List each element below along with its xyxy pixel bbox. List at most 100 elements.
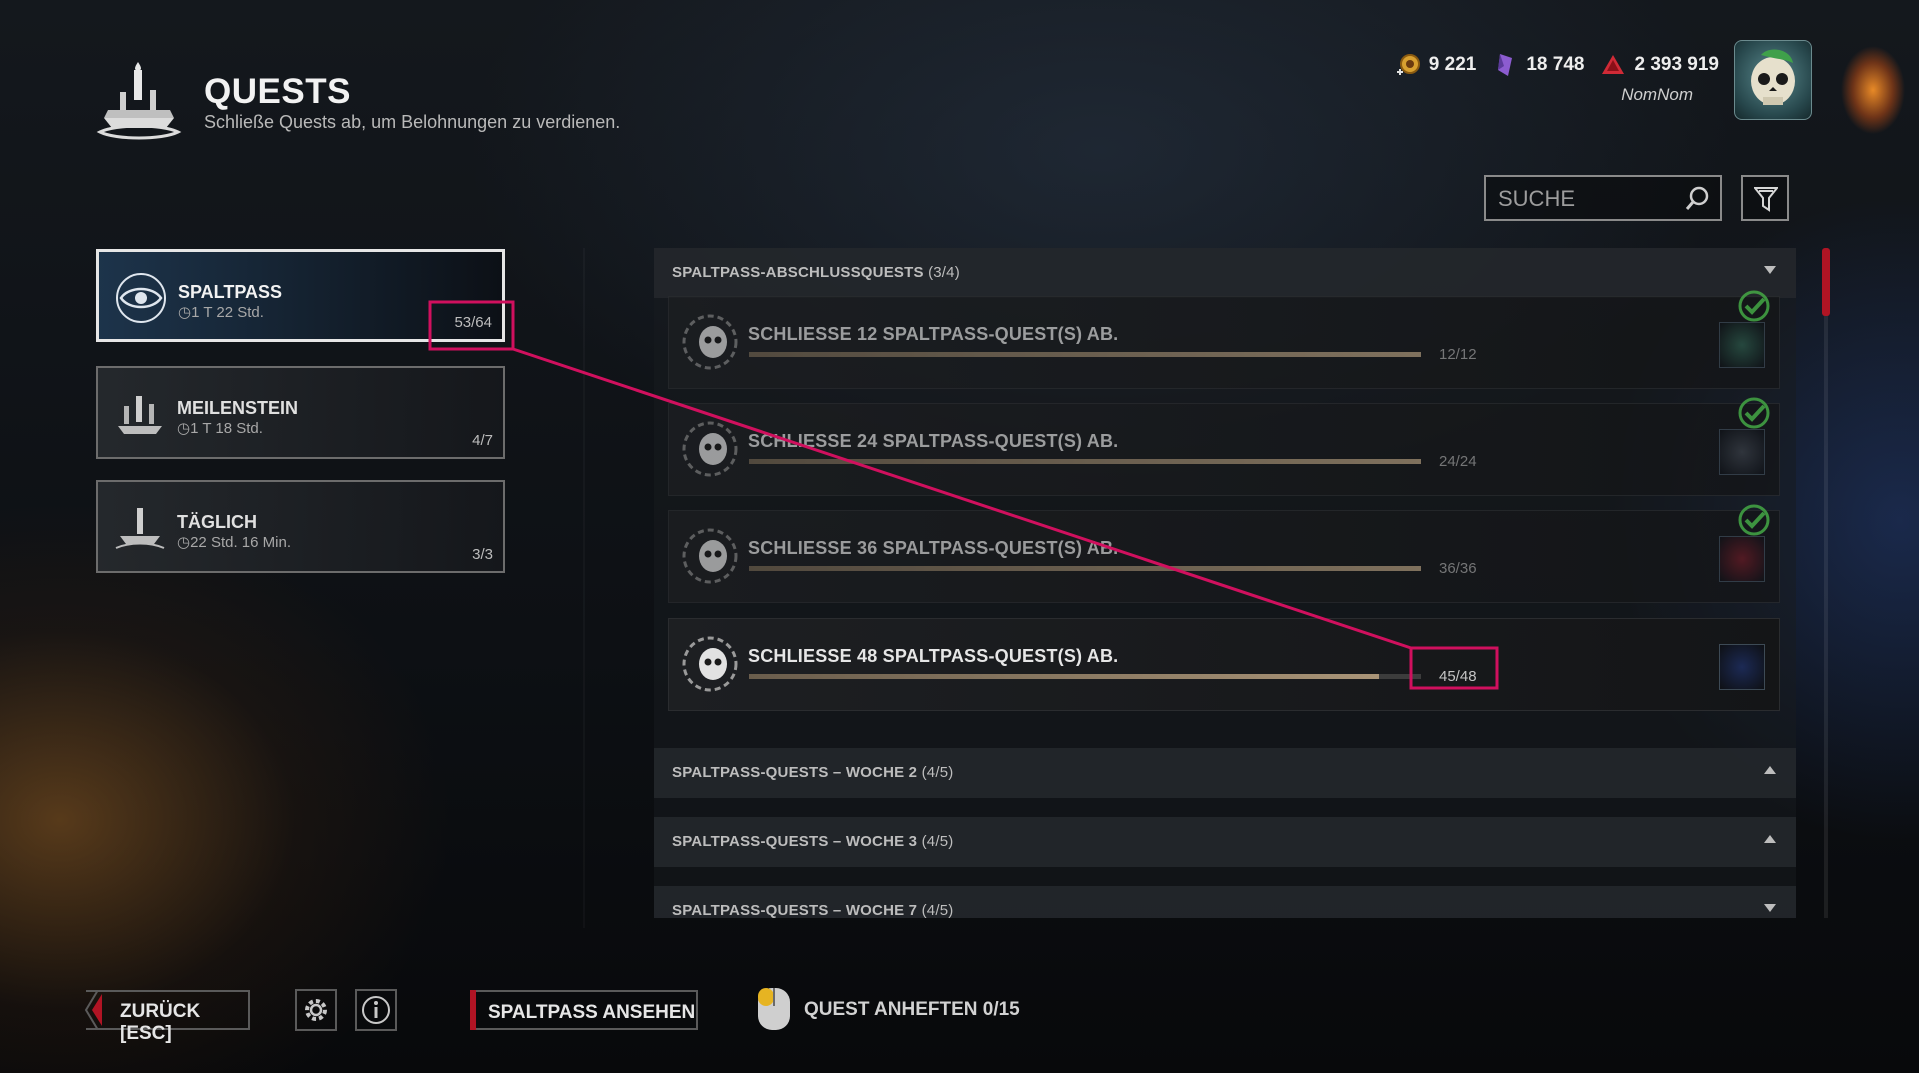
search-box[interactable] [1484, 175, 1722, 221]
page-title: QUESTS [204, 72, 351, 111]
info-icon [362, 996, 390, 1024]
section-count: (3/4) [928, 264, 960, 281]
section-header[interactable]: SPALTPASS-QUESTS – WOCHE 3 (4/5) [654, 817, 1796, 867]
quest-progress-fill [749, 674, 1379, 679]
quest-title: SCHLIESSE 24 SPALTPASS-QUEST(S) AB. [748, 431, 1119, 451]
auric-cells-value: 2 393 919 [1634, 54, 1719, 75]
section-title: SPALTPASS-QUESTS – WOCHE 2 [672, 764, 918, 781]
quest-progress-fill [749, 352, 1421, 357]
quest-progress-bar [749, 352, 1421, 357]
checkmark-icon [1738, 290, 1770, 322]
filter-button[interactable] [1741, 175, 1789, 221]
section-header[interactable]: SPALTPASS-QUESTS – WOCHE 2 (4/5) [654, 748, 1796, 798]
auric-cells-counter: 2 393 919 [1600, 52, 1719, 78]
quest-panel: SPALTPASS-ABSCHLUSSQUESTS (3/4) SCHLIESS… [654, 248, 1796, 918]
auric-cell-icon [1602, 55, 1625, 74]
section-header[interactable]: SPALTPASS-QUESTS – WOCHE 7 (4/5) [654, 886, 1796, 918]
scrollbar-thumb[interactable] [1822, 248, 1830, 316]
page-subtitle: Schließe Quests ab, um Belohnungen zu ve… [204, 112, 621, 132]
quest-title: SCHLIESSE 36 SPALTPASS-QUEST(S) AB. [748, 538, 1119, 558]
rift-skull-icon [682, 528, 738, 584]
bloodpoint-coin-icon [1396, 54, 1420, 75]
quest-progress-bar [749, 459, 1421, 464]
filter-icon [1754, 187, 1778, 212]
section-count: (4/5) [921, 833, 954, 850]
rift-skull-icon [682, 636, 738, 692]
shard-icon [1498, 54, 1513, 76]
column-divider [583, 248, 585, 928]
quest-progress-fill [749, 459, 1421, 464]
player-name: NomNom [1621, 85, 1693, 104]
category-name: MEILENSTEIN [177, 398, 299, 418]
campfire-icon [1818, 20, 1919, 140]
pin-quest-button[interactable]: QUEST ANHEFTEN 0/15 [756, 986, 1020, 1037]
reward-icon[interactable] [1719, 644, 1765, 690]
category-name: TÄGLICH [177, 512, 257, 532]
back-label: ZURÜCK [ESC] [120, 1001, 201, 1044]
collapse-arrow-icon[interactable] [1764, 904, 1776, 912]
bloodpoints-value: 9 221 [1428, 54, 1477, 75]
category-progress: 4/7 [472, 432, 493, 449]
reward-icon[interactable] [1719, 322, 1765, 368]
info-button[interactable] [355, 989, 397, 1031]
category-meilenstein[interactable]: MEILENSTEIN ◷1 T 18 Std. 4/7 [96, 366, 505, 459]
expand-arrow-icon[interactable] [1764, 766, 1776, 774]
category-timer: ◷1 T 18 Std. [177, 420, 263, 437]
altar-icon [115, 508, 165, 549]
category-timer: ◷22 Std. 16 Min. [177, 534, 291, 551]
category-spaltpass[interactable]: SPALTPASS ◷1 T 22 Std. 53/64 [96, 249, 505, 342]
category-taeglich[interactable]: TÄGLICH ◷22 Std. 16 Min. 3/3 [96, 480, 505, 573]
section-label: SPALTPASS-QUESTS – WOCHE 3 (4/5) [672, 833, 953, 850]
reward-icon[interactable] [1719, 536, 1765, 582]
rift-skull-icon [682, 314, 738, 370]
quest-row[interactable]: SCHLIESSE 48 SPALTPASS-QUEST(S) AB. 45/4… [668, 618, 1780, 711]
category-progress: 53/64 [454, 314, 492, 331]
shards-value: 18 748 [1526, 54, 1585, 75]
view-rift-label: SPALTPASS ANSEHEN [488, 1002, 696, 1023]
gear-icon [305, 999, 327, 1021]
reward-icon[interactable] [1719, 429, 1765, 475]
quest-progress-text: 12/12 [1439, 346, 1477, 363]
search-input[interactable] [1496, 183, 1680, 215]
candles-icon [118, 396, 162, 434]
pin-quest-label: QUEST ANHEFTEN 0/15 [804, 999, 1020, 1020]
accent-bar [470, 990, 476, 1030]
quests-logo-icon [96, 62, 182, 148]
section-label: SPALTPASS-QUESTS – WOCHE 2 (4/5) [672, 764, 953, 781]
quest-progress-text: 24/24 [1439, 453, 1477, 470]
quest-progress-fill [749, 566, 1421, 571]
category-time: 1 T 18 Std. [190, 420, 263, 437]
checkmark-icon [1738, 504, 1770, 536]
skull-avatar-icon[interactable] [1734, 40, 1812, 120]
quest-progress-text: 36/36 [1439, 560, 1477, 577]
collapse-arrow-icon[interactable] [1764, 266, 1776, 274]
back-arrow-icon [84, 990, 102, 1030]
mouse-icon [758, 988, 790, 1030]
view-rift-button[interactable]: SPALTPASS ANSEHEN [470, 990, 698, 1030]
quest-row[interactable]: SCHLIESSE 36 SPALTPASS-QUEST(S) AB. 36/3… [668, 504, 1780, 603]
section-label: SPALTPASS-QUESTS – WOCHE 7 (4/5) [672, 902, 953, 918]
expand-arrow-icon[interactable] [1764, 835, 1776, 843]
category-time: 1 T 22 Std. [191, 304, 264, 321]
quest-title: SCHLIESSE 48 SPALTPASS-QUEST(S) AB. [748, 646, 1119, 666]
section-title: SPALTPASS-QUESTS – WOCHE 7 [672, 902, 918, 918]
checkmark-icon [1738, 397, 1770, 429]
section-count: (4/5) [921, 764, 954, 781]
category-progress: 3/3 [472, 546, 493, 563]
quest-row[interactable]: SCHLIESSE 12 SPALTPASS-QUEST(S) AB. 12/1… [668, 290, 1780, 389]
search-icon[interactable] [1684, 185, 1712, 213]
scrollbar-track[interactable] [1824, 248, 1828, 918]
category-name: SPALTPASS [178, 282, 283, 302]
category-timer: ◷1 T 22 Std. [178, 304, 264, 321]
rift-skull-icon [682, 421, 738, 477]
quest-progress-text: 45/48 [1439, 668, 1477, 685]
section-title: SPALTPASS-QUESTS – WOCHE 3 [672, 833, 918, 850]
settings-button[interactable] [295, 989, 337, 1031]
quest-row[interactable]: SCHLIESSE 24 SPALTPASS-QUEST(S) AB. 24/2… [668, 397, 1780, 496]
section-count: (4/5) [921, 902, 954, 918]
section-label: SPALTPASS-ABSCHLUSSQUESTS (3/4) [672, 264, 960, 281]
back-button[interactable]: ZURÜCK [ESC] [84, 990, 250, 1044]
rift-eye-icon [116, 273, 166, 323]
bloodpoints-counter: 9 221 [1395, 52, 1477, 78]
section-header[interactable]: SPALTPASS-ABSCHLUSSQUESTS (3/4) [654, 248, 1796, 298]
